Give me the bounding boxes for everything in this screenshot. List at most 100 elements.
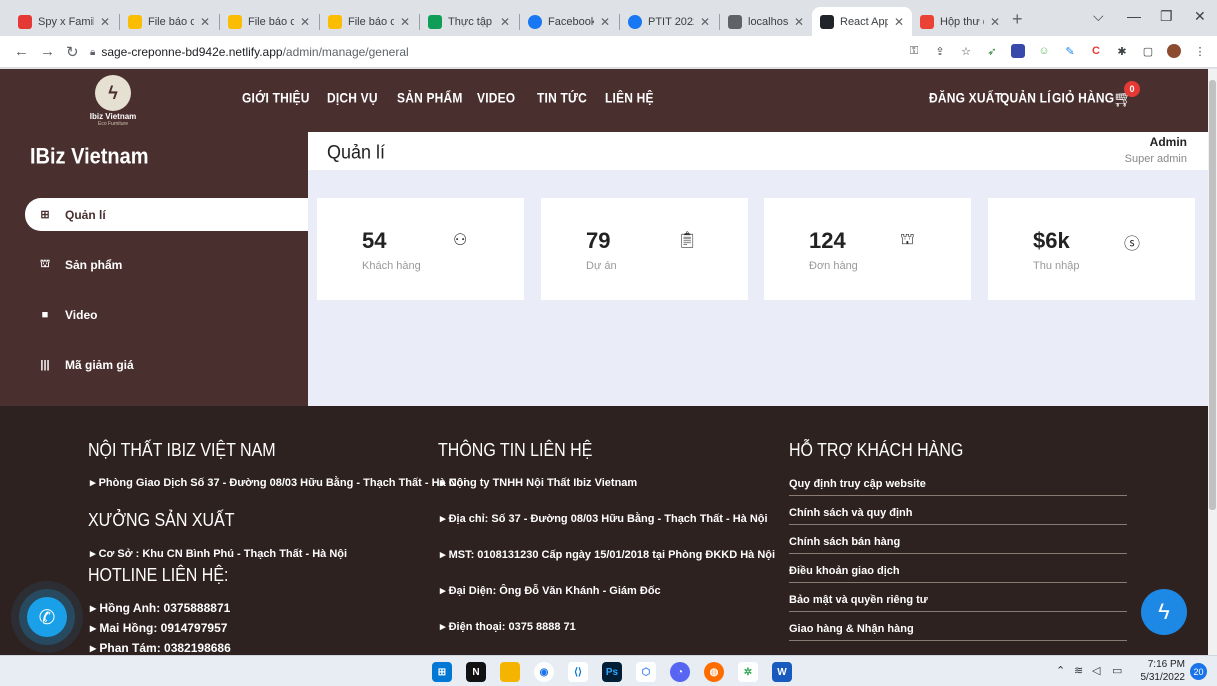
drive-icon: [328, 14, 342, 29]
close-icon[interactable]: ✕: [500, 15, 510, 29]
site-logo[interactable]: ϟ Ibiz Vietnam Eco Furniture: [78, 75, 148, 127]
forward-icon[interactable]: →: [40, 43, 55, 60]
footer-support-link[interactable]: Chính sách và quy định: [789, 507, 1127, 525]
close-icon[interactable]: ✕: [600, 15, 610, 29]
stat-card-customers: 54 Khách hàng ⚇: [317, 198, 524, 300]
photoshop-icon[interactable]: Ps: [602, 662, 622, 682]
profile-avatar-icon[interactable]: [1167, 44, 1181, 58]
extension-ci-icon[interactable]: C: [1089, 44, 1103, 58]
windows-start-icon[interactable]: ⊞: [432, 662, 452, 682]
user-name[interactable]: Admin: [1150, 135, 1187, 149]
tray-chevron-icon[interactable]: ⌃: [1056, 664, 1065, 677]
maximize-icon[interactable]: ❐: [1160, 8, 1173, 25]
sidebar-item-label: Mã giảm giá: [65, 357, 134, 372]
minimize-icon[interactable]: —: [1127, 8, 1141, 24]
nav-gioi-thieu[interactable]: GIỚI THIỆU: [242, 90, 310, 106]
file-explorer-icon[interactable]: [500, 662, 520, 682]
reload-icon[interactable]: ↻: [66, 43, 79, 61]
bookmark-star-icon[interactable]: ☆: [959, 44, 973, 58]
nav-quan-li[interactable]: QUẢN LÍ: [1000, 90, 1051, 106]
nav-lien-he[interactable]: LIÊN HỆ: [605, 90, 654, 106]
footer-heading-contact: THÔNG TIN LIÊN HỆ: [438, 441, 593, 461]
browser-tab-thuc-tap[interactable]: Thực tập CS ✕: [420, 7, 518, 36]
browser-tab-facebook[interactable]: Facebook ✕: [520, 7, 618, 36]
footer-heading-hotline: HOTLINE LIÊN HỆ:: [88, 566, 229, 586]
window-close-icon[interactable]: ✕: [1194, 8, 1206, 25]
discord-icon[interactable]: ◔: [670, 662, 690, 682]
close-icon[interactable]: ✕: [700, 15, 710, 29]
close-icon[interactable]: ✕: [894, 15, 904, 29]
sidebar-item-label: Video: [65, 307, 98, 322]
extension-pen-icon[interactable]: ✎: [1063, 44, 1077, 58]
browser-tab-react-app[interactable]: React App ✕: [812, 7, 912, 36]
footer-support-link[interactable]: Quy định truy cập website: [789, 478, 1127, 496]
volume-icon[interactable]: ◁: [1092, 664, 1100, 677]
wifi-icon[interactable]: ≋: [1074, 664, 1083, 677]
youtube-icon: [18, 14, 32, 29]
key-icon[interactable]: ⚿: [907, 44, 921, 58]
browser-tab-file-bao-cao-2[interactable]: File báo các ✕: [220, 7, 318, 36]
browser-tab-gmail[interactable]: Hộp thư đế ✕: [912, 7, 1008, 36]
extension-face-icon[interactable]: ☺: [1037, 44, 1051, 58]
close-icon[interactable]: ✕: [794, 15, 804, 29]
drive-icon: [128, 14, 142, 29]
browser-tab-ptit[interactable]: PTIT 2022 1 ✕: [620, 7, 718, 36]
extension-grid-icon[interactable]: [1011, 44, 1025, 58]
footer-hotline-item[interactable]: ▸ Hồng Anh: 0375888871: [90, 601, 230, 615]
sidebar-item-quan-li[interactable]: ⊞ Quản lí: [25, 198, 308, 231]
sidebar-item-san-pham[interactable]: ⛫ Sản phẩm: [25, 248, 308, 281]
stat-label: Khách hàng: [362, 260, 421, 272]
browser-tab-localhost[interactable]: localhost:6! ✕: [720, 7, 812, 36]
nav-san-pham[interactable]: SẢN PHẨM: [397, 90, 463, 106]
nav-video[interactable]: VIDEO: [477, 90, 515, 106]
sidebar-item-video[interactable]: ■ Video: [25, 298, 308, 331]
close-icon[interactable]: ✕: [100, 15, 110, 29]
browser-tab-spy-family[interactable]: Spy x Famil ✕: [10, 7, 118, 36]
sidebar-panel-icon[interactable]: ▢: [1141, 44, 1155, 58]
url-input[interactable]: 🔒︎ sage-creponne-bd942e.netlify.app/admi…: [90, 40, 910, 64]
lock-icon[interactable]: 🔒︎: [90, 47, 95, 58]
vscode-icon[interactable]: ⟨⟩: [568, 662, 588, 682]
extensions-puzzle-icon[interactable]: ✱: [1115, 44, 1129, 58]
browser-tab-file-bao-cao-1[interactable]: File báo các ✕: [120, 7, 218, 36]
tab-search-icon[interactable]: ⌵: [1093, 8, 1104, 25]
word-icon[interactable]: W: [772, 662, 792, 682]
people-icon: ⚇: [453, 232, 468, 249]
nav-gio-hang[interactable]: GIỎ HÀNG: [1052, 90, 1114, 106]
notification-badge[interactable]: 20: [1190, 663, 1207, 680]
nav-tin-tuc[interactable]: TIN TỨC: [537, 90, 587, 106]
battery-icon[interactable]: ▭: [1112, 664, 1122, 677]
browser-tab-file-bao-cao-3[interactable]: File báo các ✕: [320, 7, 418, 36]
stat-card-projects: 79 Dự án 📋︎: [541, 198, 748, 300]
netflix-icon[interactable]: N: [466, 662, 486, 682]
phone-call-button[interactable]: ✆: [27, 597, 67, 637]
nav-dich-vu[interactable]: DỊCH VỤ: [327, 90, 378, 106]
sidebar-item-ma-giam-gia[interactable]: ||| Mã giảm giá: [25, 348, 308, 381]
close-icon[interactable]: ✕: [200, 15, 210, 29]
new-tab-button[interactable]: +: [1012, 9, 1023, 30]
footer-support-link[interactable]: Giao hàng & Nhận hàng: [789, 623, 1127, 641]
browser-app-icon[interactable]: ◍: [704, 662, 724, 682]
share-icon[interactable]: ⇪: [933, 44, 947, 58]
footer-support-link[interactable]: Chính sách bán hàng: [789, 536, 1127, 554]
footer-support-link[interactable]: Điều khoản giao dịch: [789, 565, 1127, 583]
chrome-icon[interactable]: ◉: [534, 662, 554, 682]
extension-leaf-icon[interactable]: ➶: [985, 44, 999, 58]
url-path: /admin/manage/general: [282, 45, 409, 59]
page-scrollbar-thumb[interactable]: [1209, 80, 1216, 510]
taskbar-clock[interactable]: 7:16 PM 5/31/2022: [1140, 658, 1186, 684]
footer-hotline-item[interactable]: ▸ Mai Hồng: 0914797957: [90, 621, 227, 635]
app-puzzle-icon[interactable]: ✲: [738, 662, 758, 682]
nav-dang-xuat[interactable]: ĐĂNG XUẤT: [929, 90, 1002, 106]
browser-menu-icon[interactable]: ⋮: [1193, 44, 1207, 58]
close-icon[interactable]: ✕: [400, 15, 410, 29]
messenger-icon: ϟ: [1158, 599, 1170, 624]
back-icon[interactable]: ←: [14, 43, 29, 60]
close-icon[interactable]: ✕: [300, 15, 310, 29]
app-hex-icon[interactable]: ⬡: [636, 662, 656, 682]
stat-label: Thu nhập: [1033, 260, 1080, 272]
close-icon[interactable]: ✕: [990, 15, 1000, 29]
messenger-chat-button[interactable]: ϟ: [1141, 589, 1187, 635]
footer-support-link[interactable]: Bảo mật và quyền riêng tư: [789, 594, 1127, 612]
footer-hotline-item[interactable]: ▸ Phan Tám: 0382198686: [90, 641, 231, 655]
